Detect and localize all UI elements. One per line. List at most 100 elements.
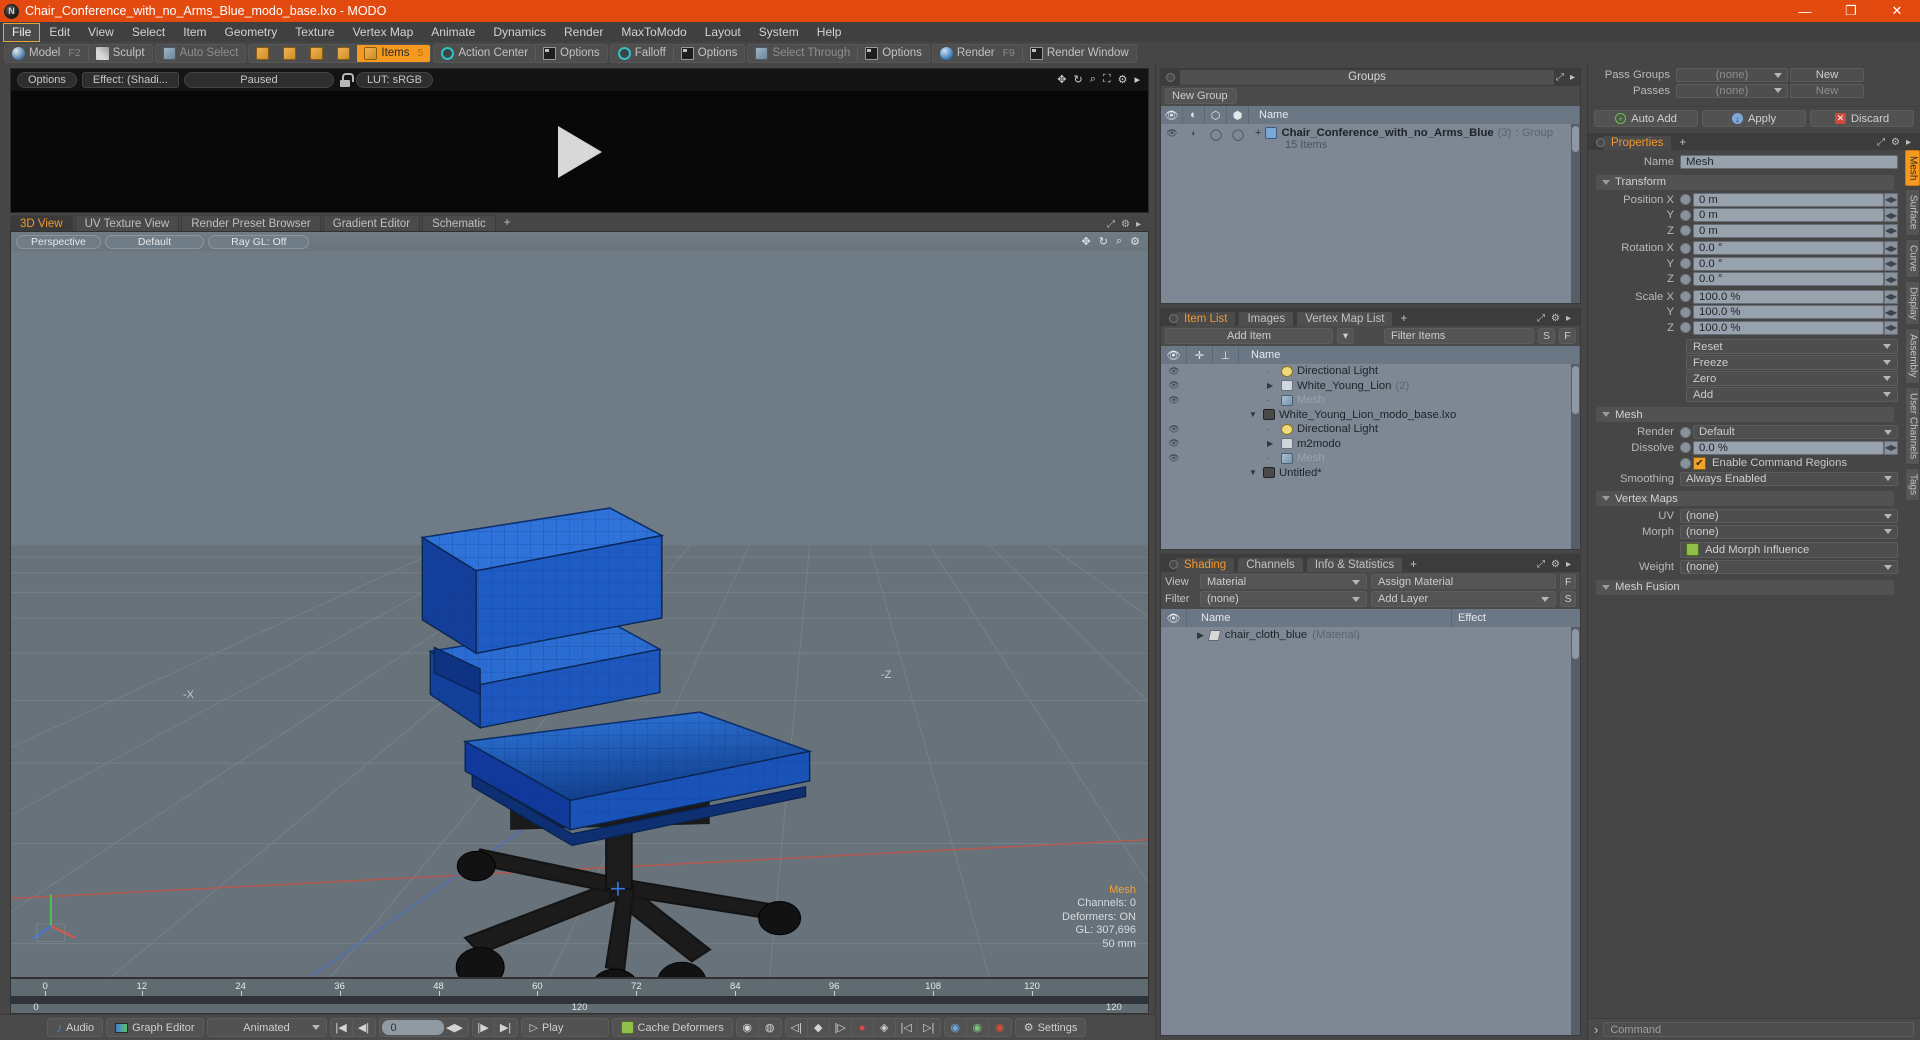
action-center-options-button[interactable]: Options xyxy=(536,45,607,62)
zoom-icon[interactable]: ⌕ xyxy=(1116,235,1122,248)
preview-paused-button[interactable]: Paused xyxy=(183,72,334,88)
position-z-knob[interactable] xyxy=(1680,225,1691,237)
tab-shading[interactable]: Shading xyxy=(1175,557,1236,572)
side-tab-mesh[interactable]: Mesh xyxy=(1904,150,1920,187)
falloff-button[interactable]: Falloff xyxy=(611,45,673,62)
command-input[interactable]: Command xyxy=(1603,1022,1914,1037)
command-regions-knob[interactable] xyxy=(1680,457,1691,469)
col-shape-icon[interactable]: ⬡ xyxy=(1205,106,1227,124)
first-frame-icon[interactable]: |◀ xyxy=(331,1019,353,1036)
key-clear-icon[interactable]: ◉ xyxy=(989,1019,1011,1036)
autokey-icon[interactable]: ◉ xyxy=(945,1019,967,1036)
expand-icon[interactable]: ▶ xyxy=(1197,630,1204,641)
side-tab-surface[interactable]: Surface xyxy=(1904,189,1920,236)
row-eye-icon[interactable]: 👁 xyxy=(1161,438,1187,449)
uv-dropdown[interactable]: (none) xyxy=(1680,509,1898,524)
last-frame-icon[interactable]: ▶| xyxy=(495,1019,517,1036)
col-render-icon[interactable]: ◐ xyxy=(1183,106,1205,124)
list-item[interactable]: 👁 · Directional Light xyxy=(1161,364,1580,379)
scale-z-input[interactable]: 100.0 % xyxy=(1693,320,1884,335)
row-render-icon[interactable]: ◐ xyxy=(1183,126,1205,138)
list-item[interactable]: 👁 · Mesh xyxy=(1161,451,1580,466)
rotation-z-stepper[interactable]: ◀▶ xyxy=(1884,272,1898,287)
preview-effect-button[interactable]: Effect: (Shadi... xyxy=(81,72,179,88)
pan-icon[interactable]: ✥ xyxy=(1082,235,1091,248)
list-item[interactable]: ▼ White_Young_Lion_modo_base.lxo xyxy=(1161,408,1580,423)
move-icon[interactable]: ✥ xyxy=(1057,73,1066,86)
name-input[interactable]: Mesh xyxy=(1680,155,1898,170)
list-item[interactable]: 👁 ▶ White_Young_Lion (2) xyxy=(1161,379,1580,394)
row-shape-icon[interactable]: ◯ xyxy=(1205,126,1227,141)
viewport-projection-button[interactable]: Perspective xyxy=(16,234,101,249)
sculpt-mode-button[interactable]: Sculpt xyxy=(89,45,152,62)
next-frame-icon[interactable]: |▶ xyxy=(473,1019,495,1036)
maximize-panel-icon[interactable]: ⤢ xyxy=(1537,313,1545,324)
shading-scrollbar[interactable] xyxy=(1571,627,1580,1035)
position-y-stepper[interactable]: ◀▶ xyxy=(1884,208,1898,223)
viewport-style-button[interactable]: Default xyxy=(104,234,205,249)
tab-3d-view[interactable]: 3D View xyxy=(10,215,73,231)
discard-button[interactable]: ✕ Discard xyxy=(1810,110,1914,127)
passes-dropdown[interactable]: (none) xyxy=(1676,83,1788,98)
zero-dropdown[interactable]: Zero xyxy=(1686,371,1898,386)
scale-x-knob[interactable] xyxy=(1680,291,1691,303)
add-item-dropdown[interactable]: ▾ xyxy=(1337,328,1354,344)
rotation-x-stepper[interactable]: ◀▶ xyxy=(1884,241,1898,256)
key-last-icon[interactable]: ▷| xyxy=(918,1019,940,1036)
side-tab-user-channels[interactable]: User Channels xyxy=(1904,386,1920,465)
menu-vertex-map[interactable]: Vertex Map xyxy=(344,23,423,42)
chevron-right-icon[interactable]: ▸ xyxy=(1566,559,1571,570)
vertex-maps-section-header[interactable]: Vertex Maps xyxy=(1596,491,1894,506)
audio-button[interactable]: ♪ Audio xyxy=(47,1018,104,1037)
edge-mode-button[interactable] xyxy=(276,45,303,62)
enable-command-regions-checkbox[interactable]: ✔ xyxy=(1693,456,1706,470)
position-x-stepper[interactable]: ◀▶ xyxy=(1884,192,1898,207)
view-dropdown[interactable]: Material xyxy=(1199,574,1368,590)
select-through-options-button[interactable]: Options xyxy=(858,45,929,62)
chevron-right-icon[interactable]: ▶ xyxy=(1267,439,1277,448)
menu-maxtomodo[interactable]: MaxToModo xyxy=(612,23,695,42)
scale-z-knob[interactable] xyxy=(1680,322,1691,334)
tab-add-button[interactable]: + xyxy=(1395,311,1412,326)
passes-new-button[interactable]: New xyxy=(1790,83,1864,98)
menu-help[interactable]: Help xyxy=(808,23,851,42)
fit-icon[interactable]: ⛶ xyxy=(1103,73,1111,86)
channel-icon[interactable]: ◉ xyxy=(737,1019,759,1036)
select-through-button[interactable]: Select Through xyxy=(748,45,857,62)
frame-scrub-icon[interactable]: ◀▶ xyxy=(444,1019,466,1036)
gear-icon[interactable]: ⚙ xyxy=(1891,137,1900,148)
filter-items-input[interactable]: Filter Items xyxy=(1384,328,1534,344)
chevron-right-icon[interactable]: ▸ xyxy=(1906,137,1911,148)
close-button[interactable]: ✕ xyxy=(1874,0,1920,22)
animated-dropdown[interactable]: Animated xyxy=(206,1018,327,1037)
add-layer-dropdown[interactable]: Add Layer xyxy=(1371,591,1557,607)
tab-render-preset-browser[interactable]: Render Preset Browser xyxy=(181,215,321,231)
chevron-down-icon[interactable]: ▼ xyxy=(1249,468,1259,477)
vertex-mode-button[interactable] xyxy=(249,45,276,62)
tab-vertex-map-list[interactable]: Vertex Map List xyxy=(1296,311,1394,326)
mesh-section-header[interactable]: Mesh xyxy=(1596,407,1894,422)
tab-add-button[interactable]: + xyxy=(1674,135,1691,150)
viewport-canvas[interactable]: -X -Z Mesh Channels: 0 Deformers: ON GL:… xyxy=(11,251,1148,977)
gear-icon[interactable]: ⚙ xyxy=(1121,219,1130,230)
zoom-icon[interactable]: ⌕ xyxy=(1090,73,1096,86)
menu-item[interactable]: Item xyxy=(174,23,215,42)
freeze-dropdown[interactable]: Freeze xyxy=(1686,355,1898,370)
cache-deformers-button[interactable]: Cache Deformers xyxy=(611,1018,733,1037)
chevron-right-icon[interactable]: ▸ xyxy=(1136,219,1141,230)
filter-icon[interactable]: ◍ xyxy=(759,1019,781,1036)
maximize-viewport-icon[interactable]: ⤢ xyxy=(1107,219,1115,230)
mesh-fusion-section-header[interactable]: Mesh Fusion xyxy=(1596,579,1894,595)
chevron-right-icon[interactable]: ▸ xyxy=(1566,313,1571,324)
tab-add-button[interactable]: + xyxy=(1405,557,1422,572)
side-tab-assembly[interactable]: Assembly xyxy=(1904,328,1920,384)
menu-file[interactable]: File xyxy=(3,22,41,42)
falloff-options-button[interactable]: Options xyxy=(674,45,745,62)
col-eye-icon[interactable]: 👁 xyxy=(1161,106,1183,124)
chevron-down-icon[interactable]: ▼ xyxy=(1249,410,1259,419)
pass-groups-dropdown[interactable]: (none) xyxy=(1676,68,1788,83)
gear-icon[interactable]: ⚙ xyxy=(1118,73,1128,86)
timeline-ruler[interactable]: 0 12 24 36 48 60 72 84 96 108 120 xyxy=(11,979,1148,996)
col-eye-icon[interactable]: 👁 xyxy=(1161,346,1187,364)
new-group-button[interactable]: New Group xyxy=(1165,88,1237,104)
